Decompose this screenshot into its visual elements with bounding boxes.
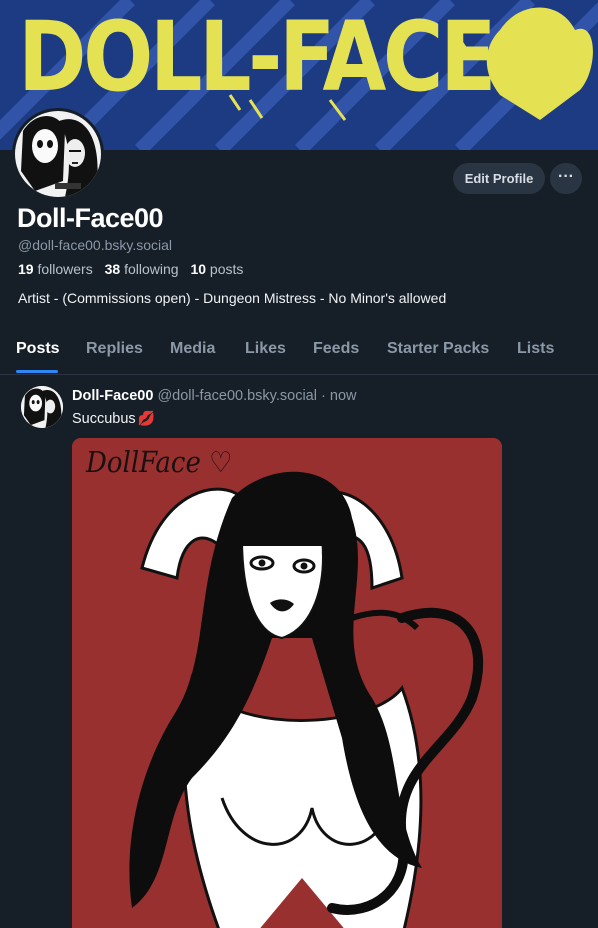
following-link[interactable]: 38 following — [105, 261, 179, 277]
posts-stat: 10 posts — [190, 261, 243, 277]
more-options-button[interactable]: ··· — [550, 163, 582, 194]
post-author-handle[interactable]: @doll-face00.bsky.social — [157, 388, 317, 404]
profile-bio: Artist - (Commissions open) - Dungeon Mi… — [18, 290, 447, 306]
post-header: Doll-Face00 @doll-face00.bsky.social · n… — [72, 388, 356, 404]
followers-count: 19 — [18, 261, 34, 277]
profile-tabs: Posts Replies Media Likes Feeds Starter … — [0, 326, 598, 375]
post-author-avatar[interactable] — [21, 386, 63, 428]
active-tab-indicator — [16, 370, 58, 373]
post-avatar-image — [21, 386, 63, 428]
tab-likes[interactable]: Likes — [245, 340, 286, 358]
post-author-name[interactable]: Doll-Face00 — [72, 388, 153, 404]
profile-display-name: Doll-Face00 — [17, 203, 164, 233]
posts-label: posts — [209, 261, 244, 277]
following-label: following — [124, 261, 179, 277]
profile-stats: 19 followers 38 following 10 posts — [18, 261, 243, 277]
artist-signature: DollFace ♡ — [86, 447, 232, 480]
post-image[interactable]: DollFace ♡ — [72, 438, 502, 928]
avatar-image — [15, 111, 101, 197]
post-text: Succubus 💋 — [72, 410, 155, 427]
profile-page: DOLL-FACE Edit Profile ··· Doll-Face00 @… — [0, 0, 598, 928]
succubus-artwork — [72, 438, 502, 928]
profile-handle: @doll-face00.bsky.social — [18, 237, 173, 253]
following-count: 38 — [104, 261, 121, 277]
followers-label: followers — [37, 261, 93, 277]
tab-starter-packs[interactable]: Starter Packs — [387, 340, 489, 358]
profile-avatar[interactable] — [12, 108, 104, 200]
signature-text: DollFace — [86, 446, 201, 480]
tab-media[interactable]: Media — [170, 340, 215, 358]
tab-lists[interactable]: Lists — [517, 340, 554, 358]
banner-title: DOLL-FACE — [18, 1, 496, 113]
post-body: Succubus — [72, 411, 136, 427]
tab-posts[interactable]: Posts — [16, 340, 60, 358]
posts-count: 10 — [190, 261, 207, 277]
followers-link[interactable]: 19 followers — [18, 261, 93, 277]
tab-feeds[interactable]: Feeds — [313, 340, 359, 358]
post-separator: · — [321, 388, 326, 404]
heart-icon: ♡ — [200, 446, 233, 480]
edit-profile-button[interactable]: Edit Profile — [453, 163, 545, 194]
post-timestamp[interactable]: now — [330, 388, 357, 404]
tab-replies[interactable]: Replies — [86, 340, 143, 358]
kiss-emoji-icon: 💋 — [137, 410, 156, 426]
